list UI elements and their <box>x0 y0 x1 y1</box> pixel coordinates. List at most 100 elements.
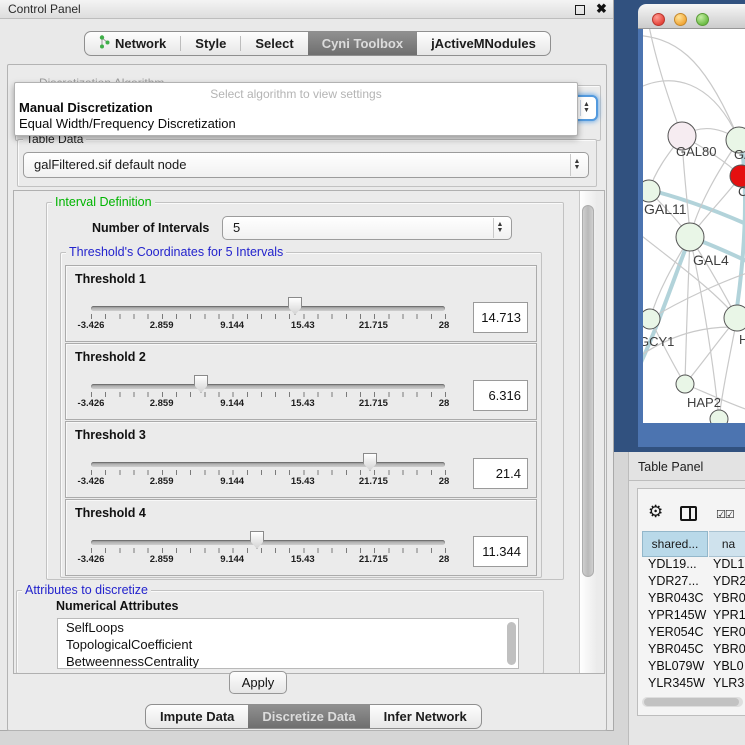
tab-cyni-toolbox[interactable]: Cyni Toolbox <box>308 32 417 55</box>
network-window-titlebar <box>638 4 745 29</box>
threshold-3-slider-track[interactable] <box>91 462 445 467</box>
threshold-2-slider-track[interactable] <box>91 384 445 389</box>
threshold-2-value-field[interactable]: 6.316 <box>473 380 528 411</box>
list-scrollbar[interactable] <box>507 622 516 665</box>
tick-label: 21.715 <box>349 554 397 565</box>
node-gal4[interactable] <box>676 223 704 251</box>
node-label-gal11: GAL11 <box>644 201 687 217</box>
threshold-2-label: Threshold 2 <box>75 350 146 364</box>
node-label-gal4: GAL4 <box>693 252 729 268</box>
threshold-3-value-field[interactable]: 21.4 <box>473 458 528 489</box>
cell: YDR2 <box>713 574 745 588</box>
dropdown-option-manual[interactable]: Manual Discretization <box>15 99 577 115</box>
tick-label: 28 <box>420 320 468 331</box>
column-header-name[interactable]: na <box>709 531 745 557</box>
tab-network-label: Network <box>115 36 166 51</box>
tab-impute-data-label: Impute Data <box>160 709 234 724</box>
table-data-combobox[interactable]: galFiltered.sif default node ▲▼ <box>23 152 589 178</box>
tab-discretize-data[interactable]: Discretize Data <box>248 705 369 728</box>
split-column-icon[interactable] <box>680 506 697 521</box>
scrollbar-thumb[interactable] <box>582 205 594 577</box>
numerical-attributes-list[interactable]: SelfLoops TopologicalCoefficient Between… <box>57 618 519 669</box>
cell: YBR043C <box>648 591 704 605</box>
node-hap2[interactable] <box>676 375 694 393</box>
threshold-1-value-field[interactable]: 14.713 <box>473 302 528 333</box>
cell: YBR045C <box>648 642 704 656</box>
table-panel-titlebar: Table Panel <box>629 452 745 481</box>
table-row[interactable]: YBL079WYBL0 <box>642 659 745 676</box>
table-row[interactable]: YBR045CYBR0 <box>642 642 745 659</box>
slider-ticks <box>91 314 446 319</box>
tab-impute-data[interactable]: Impute Data <box>146 705 248 728</box>
float-window-icon[interactable] <box>575 5 585 15</box>
cell: YIL052C <box>648 693 697 695</box>
node-label-hap2: HAP2 <box>687 395 721 410</box>
settings-scrollpane: Interval Definition Number of Intervals … <box>13 190 605 674</box>
network-canvas[interactable]: GAL80 GA C GAL11 GAL4 GCY1 H HAP2 <box>643 29 745 423</box>
threshold-1-slider-track[interactable] <box>91 306 445 311</box>
threshold-4-slider-thumb[interactable] <box>250 531 264 549</box>
apply-button[interactable]: Apply <box>229 671 287 694</box>
tab-style[interactable]: Style <box>181 32 240 55</box>
node-gcy1[interactable] <box>643 309 660 329</box>
threshold-1-slider-thumb[interactable] <box>288 297 302 315</box>
node-gal11[interactable] <box>643 180 660 202</box>
tab-select[interactable]: Select <box>241 32 307 55</box>
cell: YER0 <box>713 625 745 639</box>
tick-label: -3.426 <box>67 320 115 331</box>
close-icon[interactable]: ✖ <box>596 1 607 17</box>
combo-spinner-icon: ▲▼ <box>570 154 583 176</box>
tick-label: 2.859 <box>138 554 186 565</box>
threshold-2-slider-thumb[interactable] <box>194 375 208 393</box>
tick-label: 28 <box>420 554 468 565</box>
tab-select-label: Select <box>255 36 293 51</box>
tick-label: 15.43 <box>279 476 327 487</box>
algorithm-dropdown-popup: Select algorithm to view settings Manual… <box>14 82 578 136</box>
table-horizontal-scrollbar[interactable] <box>642 697 743 707</box>
slider-ticks <box>91 392 446 397</box>
node-label-ga: GA <box>734 147 745 162</box>
list-item[interactable]: SelfLoops <box>66 620 124 636</box>
gear-icon[interactable]: ⚙ <box>648 502 663 522</box>
table-row[interactable]: YIL052CYIL0 <box>642 693 745 695</box>
tick-label: -3.426 <box>67 554 115 565</box>
tab-infer-network[interactable]: Infer Network <box>370 705 481 728</box>
table-panel-window: Table Panel ⚙ ☑☑ shared... na YDL19...YD… <box>628 452 745 745</box>
threshold-4-value-field[interactable]: 11.344 <box>473 536 528 567</box>
cell: YPR1 <box>713 608 745 622</box>
node-label-c: C <box>738 184 745 199</box>
tab-discretize-data-label: Discretize Data <box>262 709 355 724</box>
traffic-light-close-icon[interactable] <box>652 13 665 26</box>
tab-jactivemnodules[interactable]: jActiveMNodules <box>417 32 550 55</box>
node-h[interactable] <box>724 305 745 331</box>
network-view-window: GAL80 GA C GAL11 GAL4 GCY1 H HAP2 <box>638 4 745 447</box>
table-row[interactable]: YER054CYER0 <box>642 625 745 642</box>
node-partial[interactable] <box>710 410 728 423</box>
column-header-shared[interactable]: shared... <box>642 531 708 557</box>
num-intervals-combobox[interactable]: 5 ▲▼ <box>222 216 512 240</box>
table-row[interactable]: YPR145WYPR1 <box>642 608 745 625</box>
table-row[interactable]: YLR345WYLR3 <box>642 676 745 693</box>
traffic-light-zoom-icon[interactable] <box>696 13 709 26</box>
threshold-3-slider-thumb[interactable] <box>363 453 377 471</box>
tick-label: -3.426 <box>67 476 115 487</box>
cell: YBR0 <box>713 591 745 605</box>
checkbox-select-icons[interactable]: ☑☑ <box>716 508 734 521</box>
control-panel-window: Control Panel ✖ Network Style Select Cyn… <box>0 0 614 731</box>
scrollbar-thumb[interactable] <box>644 698 739 706</box>
table-row[interactable]: YBR043C YBR0 <box>642 591 745 608</box>
settings-vertical-scrollbar[interactable] <box>579 191 596 673</box>
threshold-3-panel: Threshold 3 -3.426 2.859 9.144 15.43 21.… <box>65 421 537 498</box>
tab-network[interactable]: Network <box>85 32 180 55</box>
dropdown-prompt: Select algorithm to view settings <box>15 83 577 99</box>
tick-label: 15.43 <box>279 398 327 409</box>
tab-jactivemnodules-label: jActiveMNodules <box>431 36 536 51</box>
traffic-light-minimize-icon[interactable] <box>674 13 687 26</box>
list-item[interactable]: BetweennessCentrality <box>66 654 199 669</box>
dropdown-option-equal-width[interactable]: Equal Width/Frequency Discretization <box>15 115 577 131</box>
numerical-attributes-label: Numerical Attributes <box>56 599 178 613</box>
list-item[interactable]: TopologicalCoefficient <box>66 637 192 653</box>
threshold-4-slider-track[interactable] <box>91 540 445 545</box>
table-row[interactable]: YDR27...YDR2 <box>642 574 745 591</box>
table-row[interactable]: YDL19...YDL1 <box>642 557 745 574</box>
